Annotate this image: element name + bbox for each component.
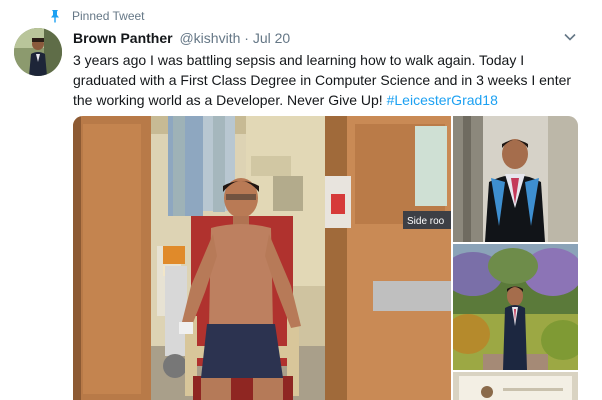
pinned-tweet-indicator: Pinned Tweet — [48, 8, 145, 24]
media-photo-garden[interactable] — [453, 244, 578, 370]
pinned-tweet-label: Pinned Tweet — [72, 9, 145, 23]
media-grid: Side roo — [73, 116, 578, 400]
tweet-header: Brown Panther @kishvith · Jul 20 — [73, 29, 290, 47]
tweet-text: 3 years ago I was battling sepsis and le… — [73, 50, 583, 110]
media-photo-certificate[interactable] — [453, 372, 578, 400]
display-name[interactable]: Brown Panther — [73, 30, 173, 46]
tweet-date[interactable]: Jul 20 — [253, 30, 290, 46]
avatar[interactable] — [14, 28, 62, 76]
hashtag-link[interactable]: #LeicesterGrad18 — [387, 92, 498, 108]
separator-dot: · — [244, 30, 249, 46]
user-handle[interactable]: @kishvith — [179, 30, 240, 46]
media-photo-main[interactable]: Side roo — [73, 116, 451, 400]
media-photo-graduation[interactable] — [453, 116, 578, 242]
pin-icon — [48, 9, 62, 23]
tweet-card[interactable]: Pinned Tweet Brown Panther @kishvith · J… — [0, 0, 602, 400]
door-sign-text: Side roo — [407, 216, 445, 227]
chevron-down-icon[interactable] — [563, 30, 577, 44]
